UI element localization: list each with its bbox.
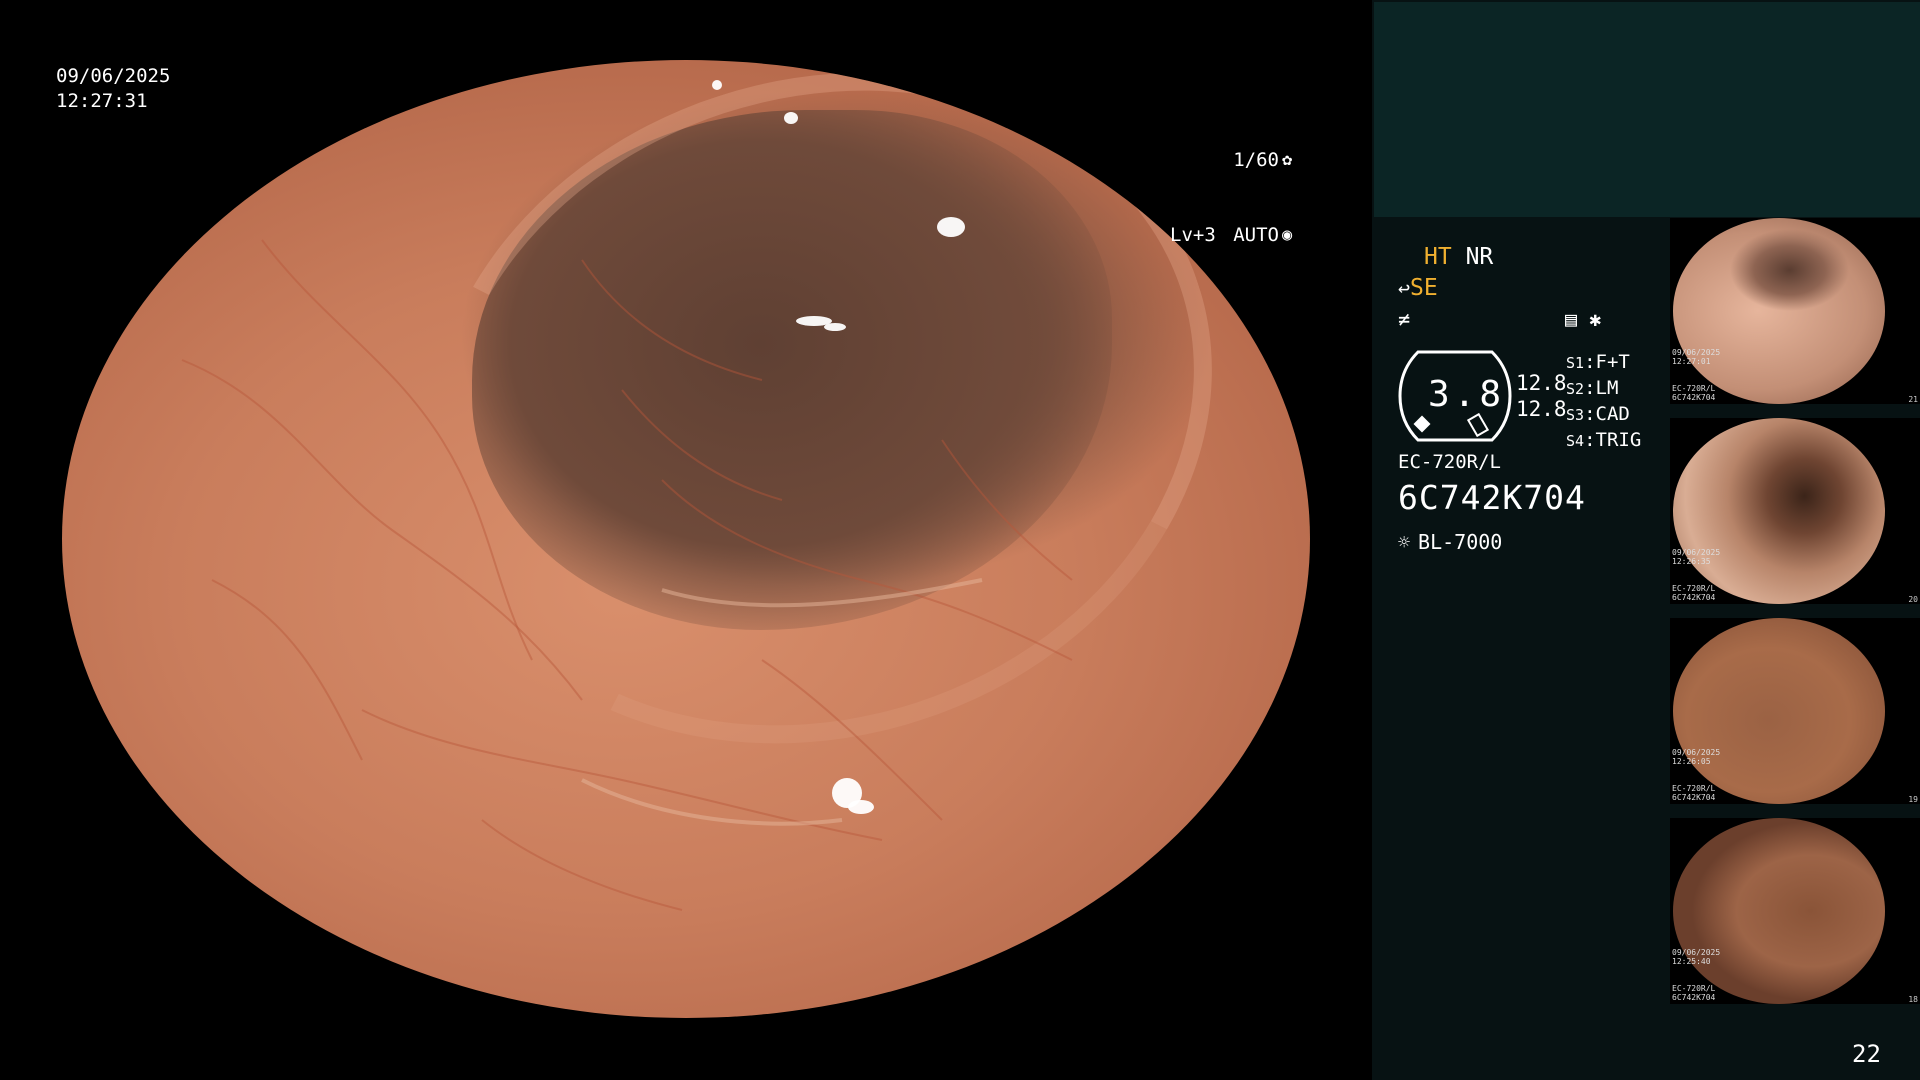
endoscopic-view xyxy=(62,60,1310,1018)
datetime-readout: 09/06/2025 12:27:31 xyxy=(56,64,170,114)
switch-value: TRIG xyxy=(1595,429,1642,451)
color-mode-icon: ≠ xyxy=(1398,307,1411,331)
structure-icon: ↩ xyxy=(1398,276,1411,300)
scope-model: EC-720R/L xyxy=(1398,451,1501,473)
thumbnail-caption: 09/06/2025 12:26:05 EC-720R/L 6C742K704 xyxy=(1672,748,1721,802)
thumbnail-number: 21 xyxy=(1908,395,1918,404)
thumbnail-number: 18 xyxy=(1908,995,1918,1004)
glare-spot xyxy=(848,800,874,814)
glare-spot xyxy=(937,217,965,237)
glare-spot xyxy=(712,80,722,90)
shutter-speed: 1/60 xyxy=(1233,149,1279,171)
ht-label: HT xyxy=(1424,244,1452,270)
switch-key: S3 xyxy=(1566,406,1585,424)
iris-icon: ◉ xyxy=(1281,225,1293,245)
image-counter: 22 xyxy=(1852,1040,1881,1068)
date-text: 09/06/2025 xyxy=(56,65,171,87)
se-label: SE xyxy=(1410,275,1438,301)
vessel-pattern xyxy=(181,239,1073,911)
thumbnail-caption: 09/06/2025 12:26:35 EC-720R/L 6C742K704 xyxy=(1672,548,1721,602)
panel-header xyxy=(1374,2,1920,217)
lamp-model: BL-7000 xyxy=(1418,530,1503,554)
switch-value: CAD xyxy=(1595,403,1630,425)
exposure-readout: 1/60 ✿ Lv+3 AUTO ◉ xyxy=(1170,98,1292,273)
enhancement-status: HT NR ↩SE ≠ xyxy=(1398,242,1493,335)
scope-serial: 6C742K704 xyxy=(1398,478,1586,517)
light-source: ☼ BL-7000 xyxy=(1398,530,1502,554)
capture-thumbnail[interactable]: 09/06/2025 12:26:35 EC-720R/L 6C742K704 … xyxy=(1670,418,1920,604)
glare-spot xyxy=(824,323,846,331)
switch-assignments: S1:F+T S2:LM S3:CAD S4:TRIG xyxy=(1566,351,1642,451)
ratio-readout: 12.8 12.8 xyxy=(1516,370,1567,422)
thumbnail-number: 19 xyxy=(1908,795,1918,804)
ratio-bottom: 12.8 xyxy=(1516,397,1567,421)
capture-thumbnail[interactable]: 09/06/2025 12:26:05 EC-720R/L 6C742K704 … xyxy=(1670,618,1920,804)
ratio-top: 12.8 xyxy=(1516,371,1567,395)
settings-icon: ▤ ✱ xyxy=(1565,307,1602,331)
thumbnail-number: 20 xyxy=(1908,595,1918,604)
switch-key: S2 xyxy=(1566,380,1585,398)
switch-value: LM xyxy=(1595,377,1619,399)
exposure-level: Lv+3 xyxy=(1170,224,1216,246)
capture-thumbnail[interactable]: 09/06/2025 12:27:01 EC-720R/L 6C742K704 … xyxy=(1670,218,1920,404)
time-text: 12:27:31 xyxy=(56,90,148,112)
nr-label: NR xyxy=(1465,244,1494,270)
switch-key: S1 xyxy=(1566,354,1585,372)
switch-value: F+T xyxy=(1595,351,1630,373)
glare-spot xyxy=(784,112,798,124)
switch-key: S4 xyxy=(1566,432,1585,450)
thumbnail-caption: 09/06/2025 12:27:01 EC-720R/L 6C742K704 xyxy=(1672,348,1721,402)
thumbnail-caption: 09/06/2025 12:25:40 EC-720R/L 6C742K704 xyxy=(1672,948,1721,1002)
aperture-icon: ✿ xyxy=(1281,150,1293,170)
zoom-value: 3.8 xyxy=(1428,374,1506,415)
exposure-mode: AUTO xyxy=(1233,224,1279,246)
capture-thumbnail[interactable]: 09/06/2025 12:25:40 EC-720R/L 6C742K704 … xyxy=(1670,818,1920,1004)
lamp-icon: ☼ xyxy=(1398,530,1411,554)
